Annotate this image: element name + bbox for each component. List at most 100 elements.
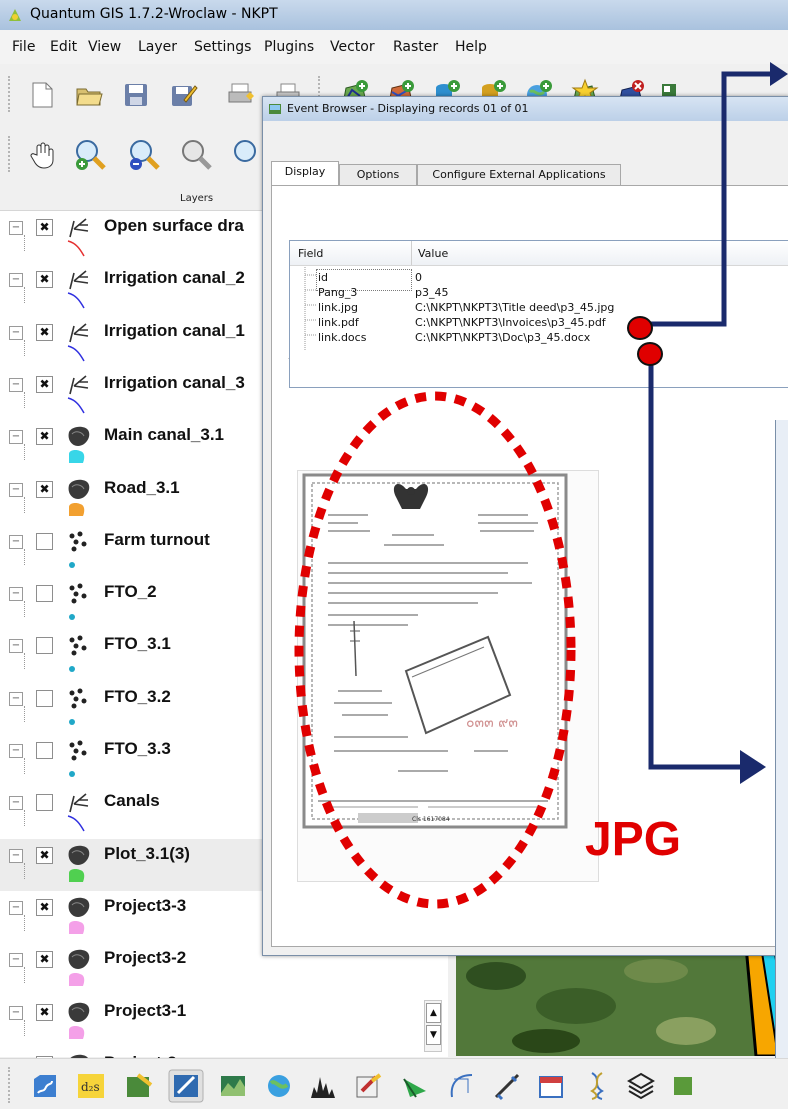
menu-vector[interactable]: Vector [330, 39, 375, 55]
layer-visibility-checkbox[interactable]: ✖ [36, 480, 53, 498]
layer-name[interactable]: Road_3.1 [104, 478, 180, 498]
layer-collapse-toggle[interactable]: − [9, 744, 23, 758]
layer-visibility-checkbox[interactable]: ✖ [36, 219, 53, 236]
zoom-full-icon[interactable] [180, 138, 214, 172]
layer-visibility-checkbox[interactable] [36, 794, 53, 812]
globe-icon[interactable] [264, 1071, 294, 1101]
layer-collapse-toggle[interactable]: − [9, 482, 23, 497]
map-canvas[interactable] [456, 946, 788, 1056]
measure-tool-icon[interactable] [492, 1071, 522, 1101]
raster-terrain-icon[interactable] [218, 1071, 248, 1101]
scroll-down-arrow-icon[interactable]: ▼ [426, 1025, 441, 1045]
layer-name[interactable]: Irrigation canal_2 [104, 268, 245, 288]
menu-raster[interactable]: Raster [393, 39, 438, 55]
menu-help[interactable]: Help [455, 39, 487, 55]
layer-collapse-toggle[interactable]: − [9, 534, 23, 549]
table-row[interactable]: id 0 [290, 271, 788, 286]
layer-name[interactable]: Project3-1 [104, 1001, 186, 1021]
vector-arrow-icon[interactable] [400, 1071, 430, 1101]
layer-visibility-checkbox[interactable]: ✖ [36, 1003, 53, 1021]
tab-options[interactable]: Options [339, 164, 417, 187]
layers-scrollbar[interactable]: ▲ ▼ [424, 1000, 442, 1052]
table-manager-icon[interactable] [354, 1071, 384, 1101]
layer-name[interactable]: Open surface dra [104, 216, 244, 236]
menu-view[interactable]: View [88, 39, 121, 55]
layer-collapse-toggle[interactable]: − [9, 587, 23, 602]
layer-name[interactable]: FTO_2 [104, 582, 157, 602]
layer-collapse-toggle[interactable]: − [9, 377, 23, 392]
menu-edit[interactable]: Edit [50, 39, 77, 55]
layer-name[interactable]: Farm turnout [104, 530, 210, 550]
dna-plugin-icon[interactable] [582, 1071, 612, 1101]
layer-name[interactable]: Main canal_3.1 [104, 425, 224, 445]
table-row[interactable]: link.pdf C:\NKPT\NKPT3\Invoices\p3_45.pdf [290, 316, 788, 331]
layer-name[interactable]: Plot_3.1(3) [104, 844, 190, 864]
layer-visibility-checkbox[interactable]: ✖ [36, 375, 53, 393]
layer-collapse-toggle[interactable]: − [9, 953, 23, 968]
georeferencer-icon[interactable] [124, 1071, 154, 1101]
layer-visibility-checkbox[interactable]: ✖ [36, 271, 53, 289]
layer-collapse-toggle[interactable]: − [9, 430, 23, 445]
gps-tools-icon[interactable] [30, 1071, 60, 1101]
layer-visibility-checkbox[interactable]: ✖ [36, 428, 53, 446]
layer-collapse-toggle[interactable]: − [9, 796, 23, 811]
layers-stack-icon[interactable] [626, 1071, 656, 1101]
column-header-field[interactable]: Field [298, 247, 323, 260]
layer-collapse-toggle[interactable]: − [9, 221, 23, 235]
print-composer-icon[interactable] [226, 80, 256, 110]
histogram-icon[interactable] [308, 1071, 338, 1101]
layer-collapse-toggle[interactable]: − [9, 639, 23, 654]
layer-collapse-toggle[interactable]: − [9, 1005, 23, 1020]
menu-plugins[interactable]: Plugins [264, 39, 314, 55]
layer-visibility-checkbox[interactable]: ✖ [36, 898, 53, 916]
layer-name[interactable]: Canals [104, 791, 160, 811]
d2s-plugin-icon[interactable]: d₂s [76, 1071, 106, 1101]
zoom-in-icon[interactable] [74, 138, 108, 172]
layer-visibility-checkbox[interactable]: ✖ [36, 323, 53, 341]
open-project-icon[interactable] [74, 80, 104, 110]
menu-settings[interactable]: Settings [194, 39, 251, 55]
menu-file[interactable]: File [12, 39, 35, 55]
toolbar-grip[interactable] [8, 136, 14, 172]
zoom-out-icon[interactable] [128, 138, 162, 172]
toolbar-grip[interactable] [8, 76, 14, 112]
layer-name[interactable]: FTO_3.1 [104, 634, 171, 654]
layer-name[interactable]: Irrigation canal_3 [104, 373, 245, 393]
spline-tool-icon[interactable] [446, 1071, 476, 1101]
table-row[interactable]: link.jpg C:\NKPT\NKPT3\Title deed\p3_45.j… [290, 301, 788, 316]
layer-visibility-checkbox[interactable] [36, 637, 53, 655]
layer-visibility-checkbox[interactable] [36, 532, 53, 550]
layer-collapse-toggle[interactable]: − [9, 325, 23, 340]
tab-display[interactable]: Display [271, 161, 339, 188]
new-project-icon[interactable] [27, 80, 57, 110]
event-browser-tool-icon[interactable] [168, 1069, 204, 1103]
layer-collapse-toggle[interactable]: − [9, 273, 23, 288]
layer-name[interactable]: Project3-3 [104, 896, 186, 916]
table-row[interactable]: Pang_3 p3_45 [290, 286, 788, 301]
layer-name[interactable]: FTO_3.2 [104, 687, 171, 707]
layer-visibility-checkbox[interactable] [36, 742, 53, 759]
layer-name[interactable]: Project3-2 [104, 948, 186, 968]
plugin-edge-icon[interactable] [670, 1071, 700, 1101]
pan-map-icon[interactable] [28, 140, 58, 170]
layer-collapse-toggle[interactable]: − [9, 848, 23, 863]
layer-name[interactable]: Irrigation canal_1 [104, 321, 245, 341]
column-header-value[interactable]: Value [418, 247, 448, 260]
zoom-to-selection-icon[interactable] [232, 138, 262, 172]
layer-name[interactable]: FTO_3.3 [104, 739, 171, 759]
save-project-icon[interactable] [121, 80, 151, 110]
calendar-plugin-icon[interactable] [536, 1071, 566, 1101]
scroll-up-arrow-icon[interactable]: ▲ [426, 1003, 441, 1023]
layer-collapse-toggle[interactable]: − [9, 900, 23, 915]
layer-visibility-checkbox[interactable]: ✖ [36, 846, 53, 864]
layer-row[interactable]: − ✖ Project3-1 [0, 996, 448, 1048]
table-row[interactable]: link.docs C:\NKPT\NKPT3\Doc\p3_45.docx [290, 331, 788, 346]
toolbar-grip[interactable] [8, 1067, 14, 1103]
layer-visibility-checkbox[interactable]: ✖ [36, 951, 53, 969]
tab-configure-external-applications[interactable]: Configure External Applications [417, 164, 621, 187]
layer-visibility-checkbox[interactable] [36, 585, 53, 603]
layer-collapse-toggle[interactable]: − [9, 691, 23, 706]
save-as-icon[interactable] [168, 80, 198, 110]
layer-visibility-checkbox[interactable] [36, 689, 53, 707]
menu-layer[interactable]: Layer [138, 39, 177, 55]
